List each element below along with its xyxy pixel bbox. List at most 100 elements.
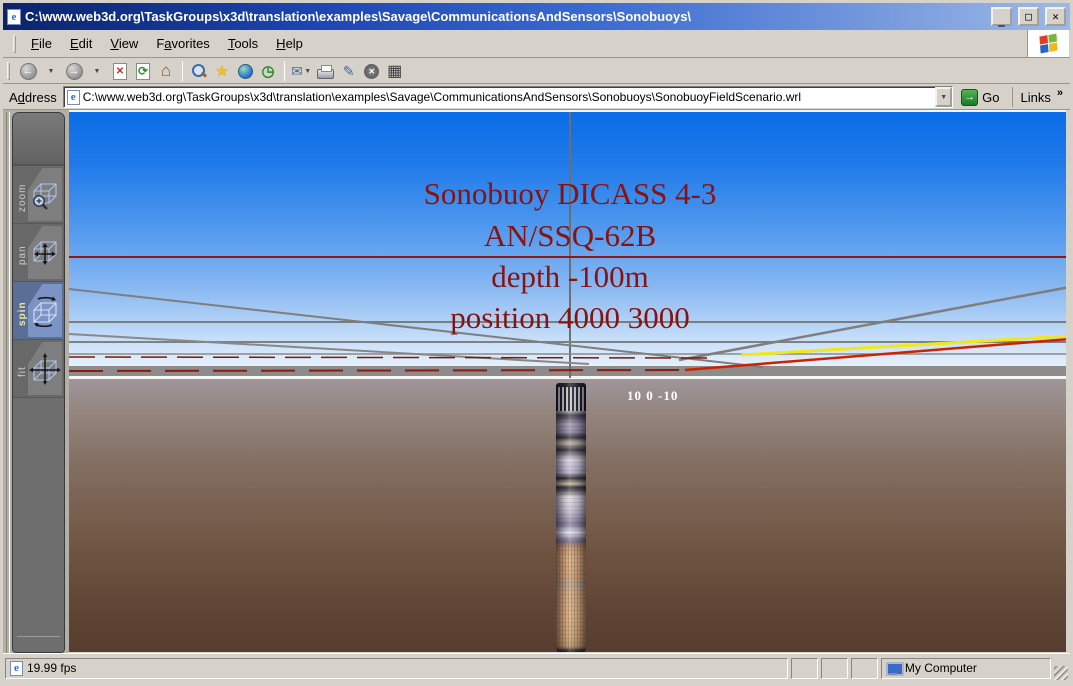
- status-fps-pane: e 19.99 fps: [5, 658, 788, 679]
- scene-title-line-3: depth -100m: [491, 259, 649, 295]
- chevron-down-icon: ▼: [939, 94, 949, 101]
- tool-zoom-label: zoom: [13, 166, 28, 223]
- home-icon: ⌂: [161, 61, 171, 81]
- ie-page-icon: e: [10, 661, 23, 676]
- fit-cube-icon: [28, 342, 62, 395]
- vrml-panel-filler: [13, 397, 64, 652]
- back-dropdown[interactable]: ▼: [40, 60, 62, 82]
- window-title: C:\www.web3d.org\TaskGroups\x3d\translat…: [25, 9, 985, 24]
- title-bar[interactable]: e C:\www.web3d.org\TaskGroups\x3d\transl…: [3, 3, 1070, 30]
- status-zone-pane: My Computer: [881, 658, 1051, 679]
- my-computer-icon: [886, 662, 901, 675]
- status-empty-pane: [821, 658, 848, 679]
- messenger-button[interactable]: ✕: [361, 60, 383, 82]
- close-button[interactable]: ✕: [1045, 7, 1066, 26]
- status-empty-pane: [851, 658, 878, 679]
- tool-spin[interactable]: spin: [13, 281, 64, 339]
- tool-pan-label: pan: [13, 224, 28, 281]
- address-input[interactable]: e C:\www.web3d.org\TaskGroups\x3d\transl…: [63, 86, 953, 108]
- menu-file[interactable]: File: [22, 32, 61, 55]
- scene-title-line-2: AN/SSQ-62B: [484, 218, 656, 254]
- vrml-3d-viewport[interactable]: Sonobuoy DICASS 4-3 AN/SSQ-62B depth -10…: [69, 110, 1070, 657]
- scene-title-line-1: Sonobuoy DICASS 4-3: [424, 176, 717, 212]
- address-value: C:\www.web3d.org\TaskGroups\x3d\translat…: [83, 90, 932, 104]
- menu-favorites[interactable]: Favorites: [147, 32, 218, 55]
- resize-grip[interactable]: [1054, 666, 1068, 680]
- ie-page-icon: e: [7, 9, 21, 25]
- vrml-tool-panel: zoom pan: [12, 112, 65, 653]
- home-button[interactable]: ⌂: [155, 60, 177, 82]
- menu-tools[interactable]: Tools: [219, 32, 267, 55]
- history-clock-icon: ◷: [261, 62, 274, 80]
- search-icon: [191, 63, 207, 79]
- favorites-button[interactable]: ★: [211, 60, 233, 82]
- content-area: zoom pan: [3, 110, 1070, 657]
- back-button[interactable]: ←: [17, 60, 39, 82]
- chevron-down-icon: ▼: [46, 68, 56, 75]
- media-globe-icon: [238, 64, 253, 79]
- toolbar-separator: [182, 61, 183, 81]
- status-empty-pane: [791, 658, 818, 679]
- favorites-star-icon: ★: [215, 62, 228, 80]
- content-right-edge: [1066, 110, 1070, 657]
- zone-label: My Computer: [905, 661, 977, 675]
- edit-button[interactable]: ✎: [338, 60, 360, 82]
- tool-fit[interactable]: fit: [13, 339, 64, 397]
- address-bar: Address e C:\www.web3d.org\TaskGroups\x3…: [3, 85, 1070, 110]
- toolbar-separator: [284, 61, 285, 81]
- go-label: Go: [982, 90, 999, 105]
- media-button[interactable]: [234, 60, 256, 82]
- address-dropdown-button[interactable]: ▼: [935, 87, 952, 107]
- menu-view[interactable]: View: [101, 32, 147, 55]
- grid-icon: ▦: [387, 61, 402, 81]
- tool-pan[interactable]: pan: [13, 223, 64, 281]
- menu-help[interactable]: Help: [267, 32, 312, 55]
- vrml-toolbar: zoom pan: [3, 110, 69, 657]
- menu-bar: File Edit View Favorites Tools Help: [3, 30, 1070, 58]
- refresh-button[interactable]: ⟳: [132, 60, 154, 82]
- stop-icon: ✕: [113, 63, 127, 80]
- zoom-cube-icon: [28, 168, 62, 221]
- print-icon: [317, 69, 334, 79]
- mail-icon: ✉: [291, 63, 303, 80]
- toolbar-grip[interactable]: [7, 62, 10, 80]
- links-label: Links: [1021, 90, 1051, 105]
- sonobuoy-position-label: 10 0 -10: [627, 388, 678, 404]
- chevron-down-icon: ▼: [303, 68, 313, 75]
- fps-value: 19.99 fps: [27, 661, 76, 675]
- history-button[interactable]: ◷: [257, 60, 279, 82]
- browser-window: { "titlebar": { "title": "C:\\www.web3d.…: [0, 0, 1073, 686]
- pan-cube-icon: [28, 226, 62, 279]
- grid-tool-button[interactable]: ▦: [384, 60, 406, 82]
- spin-cube-icon: [28, 284, 62, 337]
- scene-title-line-4: position 4000 3000: [450, 300, 689, 336]
- forward-button[interactable]: →: [63, 60, 85, 82]
- tool-fit-label: fit: [13, 340, 28, 397]
- address-label: Address: [7, 90, 63, 105]
- mail-button[interactable]: ✉▼: [290, 60, 314, 82]
- stop-button[interactable]: ✕: [109, 60, 131, 82]
- back-icon: ←: [20, 63, 37, 80]
- ie-page-icon: e: [67, 90, 80, 105]
- links-bar[interactable]: Links »: [1012, 87, 1067, 107]
- menu-grip[interactable]: [13, 35, 16, 53]
- go-button[interactable]: → Go: [958, 86, 1005, 108]
- chevron-right-icon: »: [1057, 87, 1063, 99]
- windows-flag-icon: [1039, 34, 1057, 54]
- search-button[interactable]: [188, 60, 210, 82]
- sonobuoy-model: [556, 383, 586, 655]
- windows-logo: [1027, 30, 1069, 57]
- vrml-panel-header: [13, 113, 64, 165]
- forward-dropdown[interactable]: ▼: [86, 60, 108, 82]
- chevron-down-icon: ▼: [92, 68, 102, 75]
- print-button[interactable]: [315, 60, 337, 82]
- menu-edit[interactable]: Edit: [61, 32, 101, 55]
- go-arrow-icon: →: [961, 89, 978, 106]
- maximize-button[interactable]: □: [1018, 7, 1039, 26]
- sonobuoy-mesh-texture: [556, 543, 586, 651]
- status-bar: e 19.99 fps My Computer: [3, 653, 1070, 683]
- tool-zoom[interactable]: zoom: [13, 165, 64, 223]
- forward-icon: →: [66, 63, 83, 80]
- browser-toolbar: ← ▼ → ▼ ✕ ⟳ ⌂ ★ ◷ ✉▼ ✎ ✕ ▦: [3, 59, 1070, 84]
- minimize-button[interactable]: _: [991, 7, 1012, 26]
